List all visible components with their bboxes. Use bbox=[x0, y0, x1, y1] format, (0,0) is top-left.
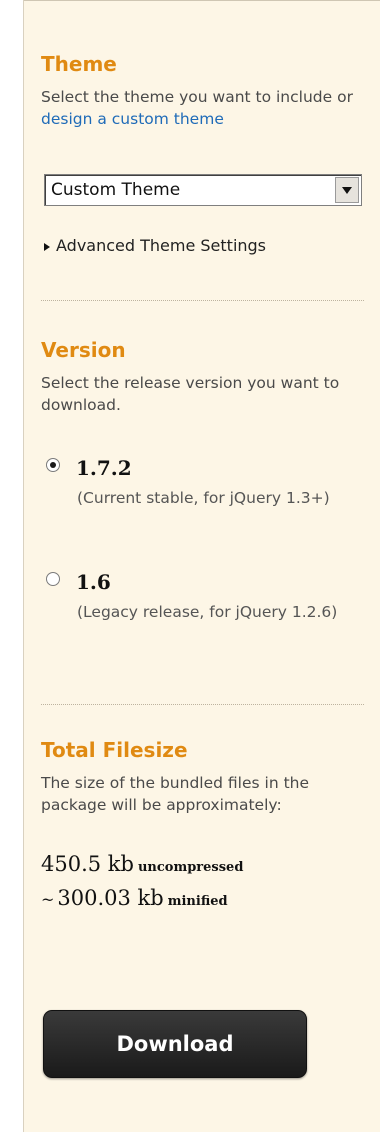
theme-title: Theme bbox=[41, 52, 117, 76]
chevron-down-icon[interactable] bbox=[335, 177, 359, 203]
theme-description: Select the theme you want to include or … bbox=[41, 86, 366, 130]
uncompressed-size-value: 450.5 kb bbox=[41, 852, 134, 876]
version-option-note: (Current stable, for jQuery 1.3+) bbox=[77, 489, 330, 507]
version-radio-1-7-2[interactable] bbox=[46, 458, 60, 472]
version-option-note: (Legacy release, for jQuery 1.2.6) bbox=[77, 603, 338, 621]
minified-size-value: 300.03 kb bbox=[57, 886, 164, 910]
approx-symbol: ~ bbox=[41, 890, 55, 909]
expand-triangle-icon bbox=[44, 242, 50, 251]
theme-description-text: Select the theme you want to include or bbox=[41, 88, 353, 106]
download-button[interactable]: Download bbox=[43, 1010, 307, 1078]
advanced-theme-settings-toggle[interactable]: Advanced Theme Settings bbox=[44, 236, 266, 255]
filesize-section: Total Filesize The size of the bundled f… bbox=[41, 738, 366, 816]
sidebar-panel: Theme Select the theme you want to inclu… bbox=[23, 0, 380, 1132]
advanced-theme-settings-label: Advanced Theme Settings bbox=[56, 236, 267, 255]
filesize-title: Total Filesize bbox=[41, 738, 188, 762]
version-option-label: 1.6 bbox=[76, 570, 111, 594]
minified-size-label: minified bbox=[167, 894, 228, 909]
design-custom-theme-link[interactable]: design a custom theme bbox=[41, 110, 224, 128]
top-border bbox=[24, 0, 380, 1]
version-radio-1-6[interactable] bbox=[46, 572, 60, 586]
divider bbox=[41, 300, 364, 301]
minified-size: ~300.03 kb minified bbox=[41, 886, 228, 910]
theme-select-value: Custom Theme bbox=[51, 180, 181, 200]
version-title: Version bbox=[41, 338, 126, 362]
uncompressed-size: 450.5 kb uncompressed bbox=[41, 852, 243, 876]
version-description: Select the release version you want to d… bbox=[41, 374, 340, 414]
version-option-label: 1.7.2 bbox=[76, 456, 132, 480]
theme-section: Theme Select the theme you want to inclu… bbox=[41, 52, 366, 130]
filesize-description: The size of the bundled files in the pac… bbox=[41, 774, 310, 814]
uncompressed-size-label: uncompressed bbox=[137, 860, 244, 875]
theme-select[interactable]: Custom Theme bbox=[44, 174, 362, 206]
version-section: Version Select the release version you w… bbox=[41, 338, 366, 416]
divider bbox=[41, 704, 364, 705]
